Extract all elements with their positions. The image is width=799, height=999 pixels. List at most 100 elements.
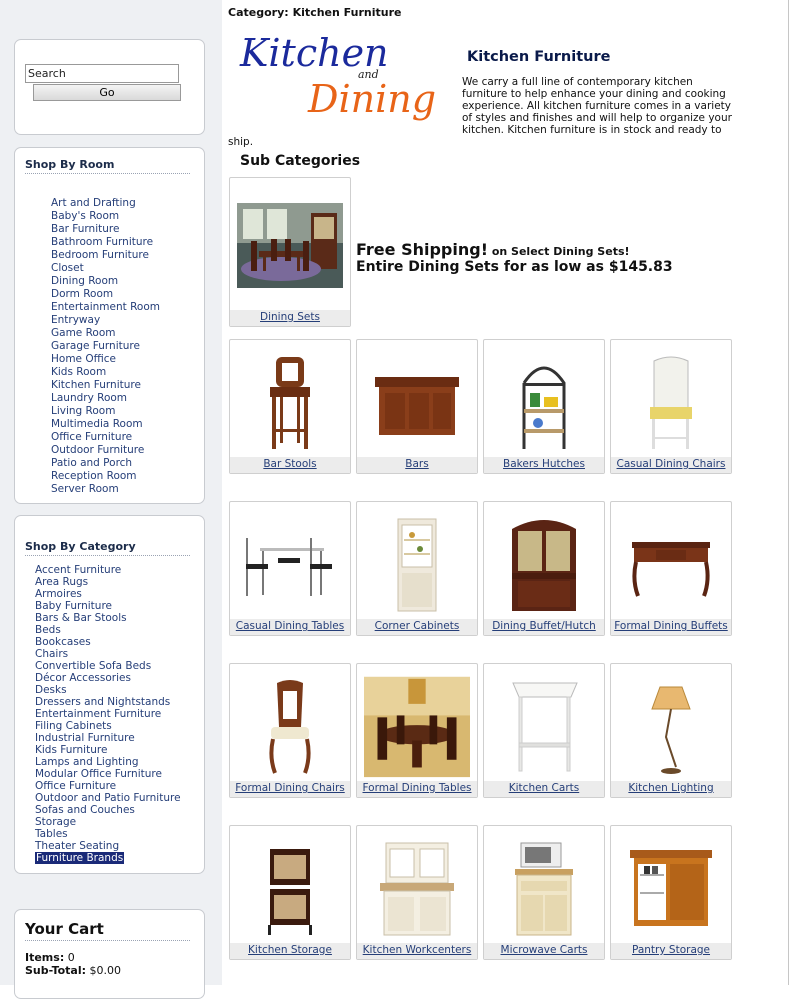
product-link[interactable]: Kitchen Storage bbox=[230, 943, 350, 959]
product-image[interactable] bbox=[364, 353, 470, 453]
product-tile[interactable]: Kitchen Lighting bbox=[610, 663, 732, 798]
rooms-link[interactable]: Home Office bbox=[51, 353, 116, 365]
product-link[interactable]: Bakers Hutches bbox=[484, 457, 604, 473]
rooms-link[interactable]: Kitchen Furniture bbox=[51, 379, 141, 391]
product-tile[interactable]: Dining Buffet/Hutch bbox=[483, 501, 605, 636]
product-link[interactable]: Kitchen Workcenters bbox=[357, 943, 477, 959]
categories-link[interactable]: Furniture Brands bbox=[35, 852, 125, 864]
product-tile[interactable]: Microwave Carts bbox=[483, 825, 605, 960]
product-tile[interactable]: Formal Dining Chairs bbox=[229, 663, 351, 798]
product-tile[interactable]: Bakers Hutches bbox=[483, 339, 605, 474]
product-image[interactable] bbox=[364, 515, 470, 615]
categories-link[interactable]: Dressers and Nightstands bbox=[35, 696, 170, 708]
product-image[interactable] bbox=[618, 353, 724, 453]
product-link[interactable]: Kitchen Carts bbox=[484, 781, 604, 797]
rooms-link[interactable]: Dining Room bbox=[51, 275, 118, 287]
categories-link[interactable]: Industrial Furniture bbox=[35, 732, 135, 744]
categories-link[interactable]: Décor Accessories bbox=[35, 672, 131, 684]
product-tile[interactable]: Kitchen Workcenters bbox=[356, 825, 478, 960]
product-image[interactable] bbox=[364, 839, 470, 939]
product-link[interactable]: Formal Dining Buffets bbox=[611, 619, 731, 635]
categories-link[interactable]: Outdoor and Patio Furniture bbox=[35, 792, 181, 804]
product-image[interactable] bbox=[237, 353, 343, 453]
product-image[interactable] bbox=[491, 515, 597, 615]
rooms-link[interactable]: Baby's Room bbox=[51, 210, 119, 222]
categories-link[interactable]: Kids Furniture bbox=[35, 744, 107, 756]
rooms-link[interactable]: Patio and Porch bbox=[51, 457, 132, 469]
product-link[interactable]: Corner Cabinets bbox=[357, 619, 477, 635]
rooms-link[interactable]: Bedroom Furniture bbox=[51, 249, 149, 261]
product-tile[interactable]: Kitchen Carts bbox=[483, 663, 605, 798]
product-link[interactable]: Casual Dining Tables bbox=[230, 619, 350, 635]
product-image[interactable] bbox=[618, 515, 724, 615]
categories-link[interactable]: Bars & Bar Stools bbox=[35, 612, 127, 624]
categories-link[interactable]: Convertible Sofa Beds bbox=[35, 660, 151, 672]
rooms-link[interactable]: Bar Furniture bbox=[51, 223, 119, 235]
categories-link[interactable]: Tables bbox=[35, 828, 68, 840]
product-link[interactable]: Microwave Carts bbox=[484, 943, 604, 959]
product-tile[interactable]: Casual Dining Chairs bbox=[610, 339, 732, 474]
product-link[interactable]: Kitchen Lighting bbox=[611, 781, 731, 797]
categories-link[interactable]: Desks bbox=[35, 684, 67, 696]
product-link[interactable]: Formal Dining Tables bbox=[357, 781, 477, 797]
rooms-link[interactable]: Kids Room bbox=[51, 366, 106, 378]
product-tile[interactable]: Corner Cabinets bbox=[356, 501, 478, 636]
categories-link[interactable]: Theater Seating bbox=[35, 840, 119, 852]
featured-dining-sets-tile[interactable]: Dining Sets bbox=[229, 177, 351, 327]
categories-link[interactable]: Filing Cabinets bbox=[35, 720, 112, 732]
categories-link[interactable]: Entertainment Furniture bbox=[35, 708, 161, 720]
product-tile[interactable]: Bar Stools bbox=[229, 339, 351, 474]
product-image[interactable] bbox=[364, 676, 470, 778]
product-tile[interactable]: Kitchen Storage bbox=[229, 825, 351, 960]
product-tile[interactable]: Formal Dining Buffets bbox=[610, 501, 732, 636]
categories-link[interactable]: Chairs bbox=[35, 648, 68, 660]
product-image[interactable] bbox=[491, 839, 597, 939]
product-image[interactable] bbox=[618, 677, 724, 777]
product-image[interactable] bbox=[237, 839, 343, 939]
product-link[interactable]: Casual Dining Chairs bbox=[611, 457, 731, 473]
categories-link[interactable]: Baby Furniture bbox=[35, 600, 112, 612]
categories-link[interactable]: Area Rugs bbox=[35, 576, 88, 588]
categories-link[interactable]: Sofas and Couches bbox=[35, 804, 135, 816]
scrollbar[interactable] bbox=[788, 0, 799, 985]
rooms-link[interactable]: Entertainment Room bbox=[51, 301, 160, 313]
rooms-link[interactable]: Dorm Room bbox=[51, 288, 113, 300]
product-link[interactable]: Pantry Storage bbox=[611, 943, 731, 959]
categories-link[interactable]: Armoires bbox=[35, 588, 82, 600]
product-tile[interactable]: Bars bbox=[356, 339, 478, 474]
rooms-link[interactable]: Outdoor Furniture bbox=[51, 444, 144, 456]
categories-link[interactable]: Beds bbox=[35, 624, 61, 636]
categories-link[interactable]: Lamps and Lighting bbox=[35, 756, 139, 768]
rooms-link[interactable]: Office Furniture bbox=[51, 431, 132, 443]
rooms-link[interactable]: Garage Furniture bbox=[51, 340, 140, 352]
product-link[interactable]: Bars bbox=[357, 457, 477, 473]
categories-link[interactable]: Storage bbox=[35, 816, 76, 828]
product-image[interactable] bbox=[491, 677, 597, 777]
featured-dining-sets-link[interactable]: Dining Sets bbox=[230, 310, 350, 326]
rooms-link[interactable]: Multimedia Room bbox=[51, 418, 143, 430]
product-link[interactable]: Dining Buffet/Hutch bbox=[484, 619, 604, 635]
categories-link[interactable]: Office Furniture bbox=[35, 780, 116, 792]
product-image[interactable] bbox=[237, 677, 343, 777]
product-tile[interactable]: Pantry Storage bbox=[610, 825, 732, 960]
product-link[interactable]: Formal Dining Chairs bbox=[230, 781, 350, 797]
rooms-link[interactable]: Server Room bbox=[51, 483, 119, 495]
product-image[interactable] bbox=[237, 515, 343, 615]
rooms-link[interactable]: Game Room bbox=[51, 327, 116, 339]
rooms-link[interactable]: Laundry Room bbox=[51, 392, 127, 404]
product-image[interactable] bbox=[618, 839, 724, 939]
search-input[interactable] bbox=[25, 64, 179, 83]
rooms-link[interactable]: Living Room bbox=[51, 405, 115, 417]
categories-link[interactable]: Accent Furniture bbox=[35, 564, 121, 576]
product-tile[interactable]: Casual Dining Tables bbox=[229, 501, 351, 636]
rooms-link[interactable]: Closet bbox=[51, 262, 84, 274]
go-button[interactable]: Go bbox=[33, 84, 181, 101]
product-image[interactable] bbox=[491, 353, 597, 453]
product-tile[interactable]: Formal Dining Tables bbox=[356, 663, 478, 798]
rooms-link[interactable]: Reception Room bbox=[51, 470, 137, 482]
categories-link[interactable]: Modular Office Furniture bbox=[35, 768, 162, 780]
product-link[interactable]: Bar Stools bbox=[230, 457, 350, 473]
rooms-link[interactable]: Entryway bbox=[51, 314, 100, 326]
rooms-link[interactable]: Bathroom Furniture bbox=[51, 236, 153, 248]
categories-link[interactable]: Bookcases bbox=[35, 636, 91, 648]
